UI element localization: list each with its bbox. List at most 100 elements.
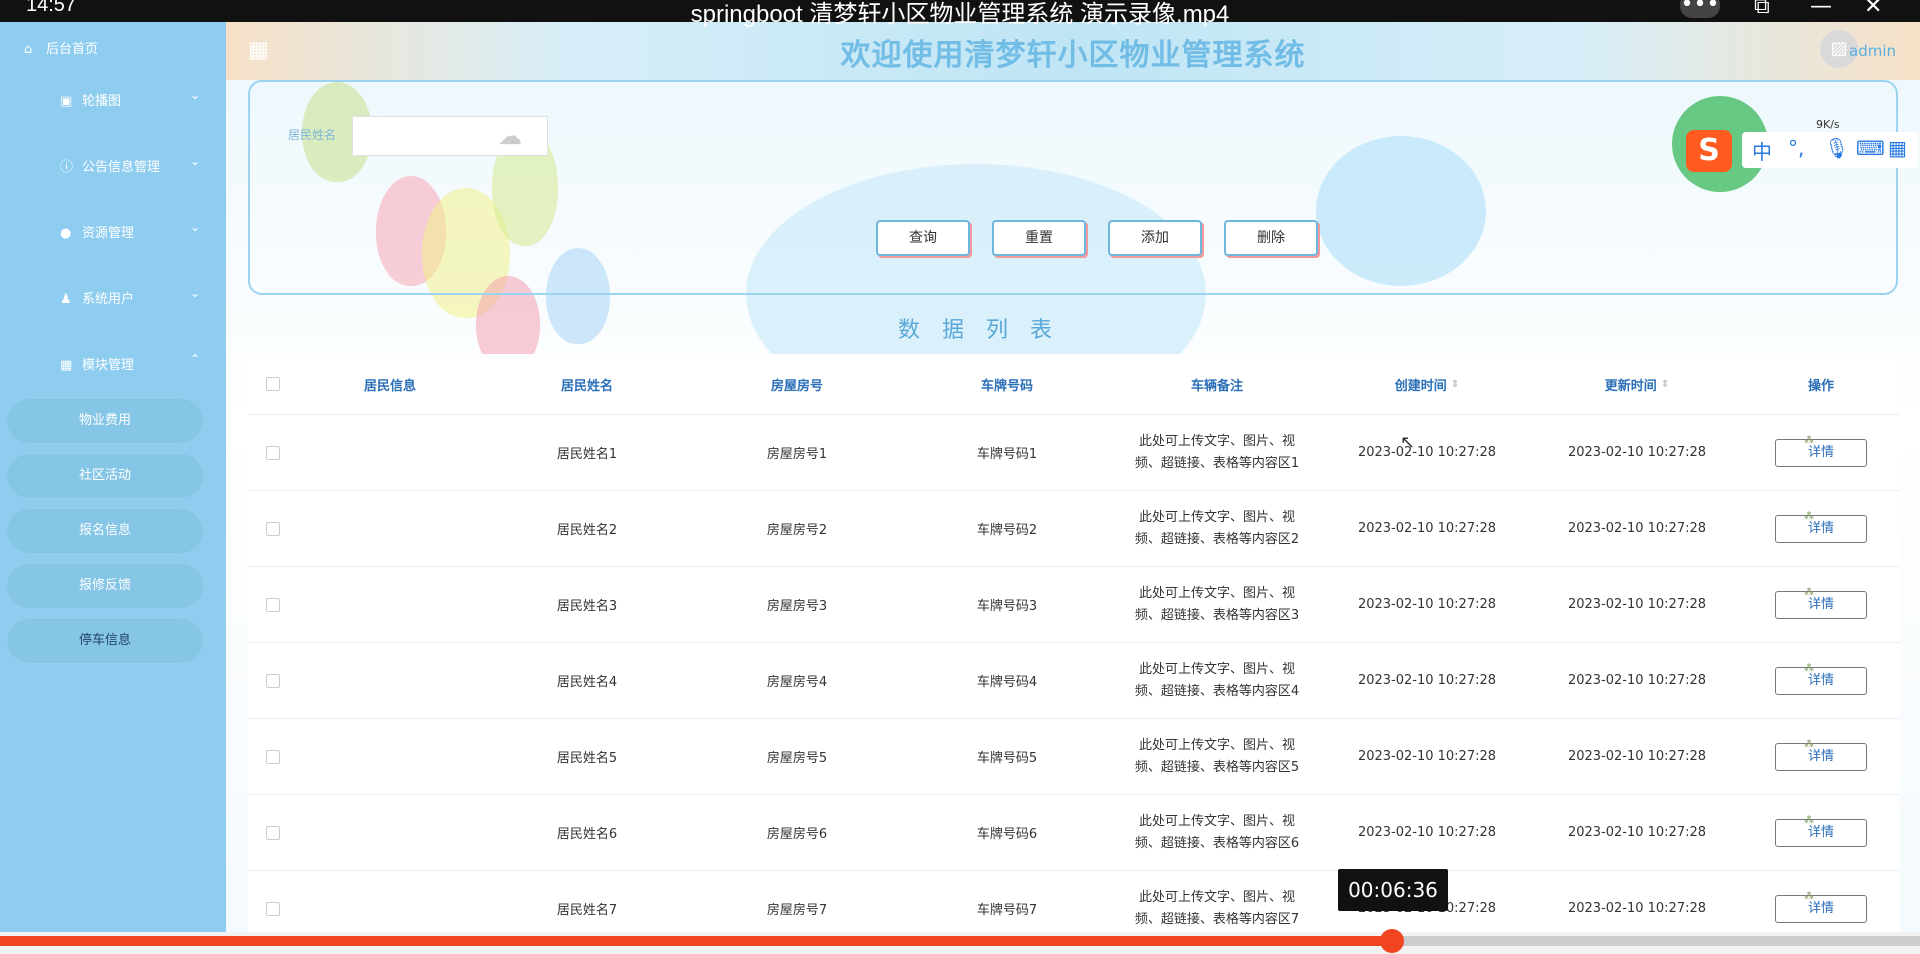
vehicle-note-cell: 此处可上传文字、图片、视 频、超链接、表格等内容区5 xyxy=(1112,719,1322,794)
vehicle-note-line: 此处可上传文字、图片、视 xyxy=(1138,433,1295,449)
column-header-sortable[interactable]: 创建时间 ⇕ xyxy=(1322,354,1532,414)
vehicle-note-line: 此处可上传文字、图片、视 xyxy=(1138,889,1295,905)
close-icon[interactable]: ✕ xyxy=(1864,0,1882,19)
sogou-logo-icon[interactable]: S xyxy=(1686,130,1732,172)
sidebar-subitem-registrations[interactable]: 报名信息 xyxy=(6,508,204,554)
detail-button[interactable]: ⁂ 详情 xyxy=(1775,663,1867,695)
resident-name-cell: 居民姓名2 xyxy=(556,523,618,538)
resident-name-cell: 居民姓名4 xyxy=(556,675,618,690)
detail-button[interactable]: ⁂ 详情 xyxy=(1775,511,1867,543)
microphone-icon[interactable]: 🎙 xyxy=(1824,136,1849,160)
checkbox-cell xyxy=(248,567,298,642)
detail-button[interactable]: ⁂ 详情 xyxy=(1775,435,1867,467)
room-number-cell: 房屋房号1 xyxy=(766,447,828,462)
detail-button[interactable]: ⁂ 详情 xyxy=(1775,891,1867,923)
resident-name-cell: 居民姓名6 xyxy=(556,827,618,842)
resident-info-cell xyxy=(298,491,482,566)
sidebar-subitem-property-fees[interactable]: 物业费用 xyxy=(6,398,204,444)
column-header[interactable]: 车牌号码 xyxy=(902,354,1112,414)
vehicle-note: 此处可上传文字、图片、视 频、超链接、表格等内容区4 xyxy=(1129,659,1305,703)
checkbox-cell xyxy=(248,719,298,794)
row-checkbox[interactable] xyxy=(266,825,280,840)
vehicle-note: 此处可上传文字、图片、视 频、超链接、表格等内容区6 xyxy=(1129,811,1305,855)
updated-time-cell: 2023-02-10 10:27:28 xyxy=(1567,597,1707,612)
row-checkbox[interactable] xyxy=(266,521,280,536)
sidebar-item-label: 轮播图 xyxy=(82,94,122,109)
chevron-down-icon: ⌄ xyxy=(190,154,201,168)
row-checkbox[interactable] xyxy=(266,597,280,612)
username[interactable]: admin xyxy=(1849,42,1896,60)
add-button[interactable]: 添加 xyxy=(1108,220,1202,256)
row-checkbox[interactable] xyxy=(266,673,280,688)
column-header[interactable]: 居民信息 xyxy=(298,354,482,414)
sort-icon[interactable]: ⇕ xyxy=(1451,379,1459,390)
progress-handle[interactable] xyxy=(1380,929,1404,953)
row-checkbox[interactable] xyxy=(266,445,280,460)
updated-time-cell: 2023-02-10 10:27:28 xyxy=(1567,901,1707,916)
table-row: 居民姓名3 房屋房号3 车牌号码3 此处可上传文字、图片、视 频、超链接、表格等内容区3… xyxy=(248,567,1900,643)
ime-bar: 中 °, 🎙 ⌨ ▦ xyxy=(1742,132,1918,168)
sidebar-item-home[interactable]: ⌂ 后台首页 xyxy=(24,38,98,57)
sidebar-item-label: 公告信息管理 xyxy=(82,160,161,175)
table-row: 居民姓名7 房屋房号7 车牌号码7 此处可上传文字、图片、视 频、超链接、表格等内容区7… xyxy=(248,871,1900,932)
image-icon: ▣ xyxy=(60,94,73,109)
sidebar-item-resources[interactable]: ● 资源管理 ⌄ xyxy=(0,216,226,246)
detail-button[interactable]: ⁂ 详情 xyxy=(1775,815,1867,847)
room-number-cell: 房屋房号4 xyxy=(766,675,828,690)
network-speed: 9K/s xyxy=(1816,118,1840,131)
vehicle-note-line: 频、超链接、表格等内容区3 xyxy=(1134,607,1300,623)
select-all-checkbox[interactable] xyxy=(266,377,280,391)
column-header[interactable]: 居民姓名 xyxy=(482,354,692,414)
actions-cell: ⁂ 详情 xyxy=(1742,643,1900,718)
resident-name-cell: 居民姓名3 xyxy=(556,599,618,614)
sidebar-item-carousel[interactable]: ▣ 轮播图 ⌄ xyxy=(0,84,226,114)
more-options-icon[interactable]: ••• xyxy=(1680,0,1720,18)
minimize-icon[interactable]: — xyxy=(1810,0,1832,19)
row-checkbox[interactable] xyxy=(266,749,280,764)
vehicle-note-line: 频、超链接、表格等内容区5 xyxy=(1134,759,1300,775)
detail-button[interactable]: ⁂ 详情 xyxy=(1775,739,1867,771)
vehicle-note-cell: 此处可上传文字、图片、视 频、超链接、表格等内容区6 xyxy=(1112,795,1322,870)
playback-progress[interactable] xyxy=(0,929,1920,954)
query-button[interactable]: 查询 xyxy=(876,220,970,256)
location-icon: ● xyxy=(60,226,72,241)
actions-cell: ⁂ 详情 xyxy=(1742,567,1900,642)
sidebar-item-system-users[interactable]: ♟ 系统用户 ⌄ xyxy=(0,282,226,312)
data-table: 居民信息 居民姓名 房屋房号 车牌号码 车辆备注 创建时间 ⇕ 更新时间 ⇕ 操作 … xyxy=(248,354,1900,932)
vehicle-note-line: 频、超链接、表格等内容区7 xyxy=(1134,911,1300,927)
sidebar-subitem-parking[interactable]: 停车信息 xyxy=(6,618,204,664)
sidebar-subitem-community-events[interactable]: 社区活动 xyxy=(6,453,204,499)
sidebar-item-modules[interactable]: ▦ 模块管理 ⌃ xyxy=(0,348,226,378)
column-header-sortable[interactable]: 更新时间 ⇕ xyxy=(1532,354,1742,414)
cloud-icon: ☁ xyxy=(498,122,522,150)
vehicle-note-cell: 此处可上传文字、图片、视 频、超链接、表格等内容区2 xyxy=(1112,491,1322,566)
column-header[interactable]: 车辆备注 xyxy=(1112,354,1322,414)
punctuation-icon[interactable]: °, xyxy=(1788,136,1804,160)
detail-button[interactable]: ⁂ 详情 xyxy=(1775,587,1867,619)
updated-time-cell: 2023-02-10 10:27:28 xyxy=(1567,825,1707,840)
row-checkbox[interactable] xyxy=(266,901,280,916)
video-title: springboot 清梦轩小区物业管理系统 演示录像.mp4 xyxy=(690,1,1230,28)
picture-in-picture-icon[interactable]: ⧉ xyxy=(1754,0,1770,19)
sidebar-item-announcements[interactable]: ⓘ 公告信息管理 ⌄ xyxy=(0,150,226,180)
checkbox-cell xyxy=(248,871,298,932)
vehicle-note-line: 此处可上传文字、图片、视 xyxy=(1138,813,1295,829)
column-header[interactable]: 房屋房号 xyxy=(692,354,902,414)
sidebar: ⌂ 后台首页 ▣ 轮播图 ⌄ ⓘ 公告信息管理 ⌄ ● 资源管理 ⌄ ♟ 系统用户 ⌄ ▦… xyxy=(0,22,226,932)
select-all-cell xyxy=(248,354,298,414)
delete-button[interactable]: 删除 xyxy=(1224,220,1318,256)
vehicle-note-cell: 此处可上传文字、图片、视 频、超链接、表格等内容区1 xyxy=(1112,415,1322,490)
updated-time-cell: 2023-02-10 10:27:28 xyxy=(1567,673,1707,688)
plate-number-cell: 车牌号码4 xyxy=(976,675,1038,690)
ime-mode-toggle[interactable]: 中 xyxy=(1752,136,1772,165)
plate-number-cell: 车牌号码1 xyxy=(976,447,1038,462)
vehicle-note-line: 此处可上传文字、图片、视 xyxy=(1138,661,1295,677)
toolbox-icon[interactable]: ▦ xyxy=(1888,136,1907,160)
sort-icon[interactable]: ⇕ xyxy=(1661,379,1669,390)
vehicle-note: 此处可上传文字、图片、视 频、超链接、表格等内容区2 xyxy=(1129,507,1305,551)
keyboard-icon[interactable]: ⌨ xyxy=(1856,136,1885,160)
playback-timecode: 00:06:36 xyxy=(1338,869,1448,911)
sidebar-subitem-repair-feedback[interactable]: 报修反馈 xyxy=(6,563,204,609)
reset-button[interactable]: 重置 xyxy=(992,220,1086,256)
search-panel: 居民姓名 ☁ 查询 重置 添加 删除 xyxy=(248,80,1898,295)
